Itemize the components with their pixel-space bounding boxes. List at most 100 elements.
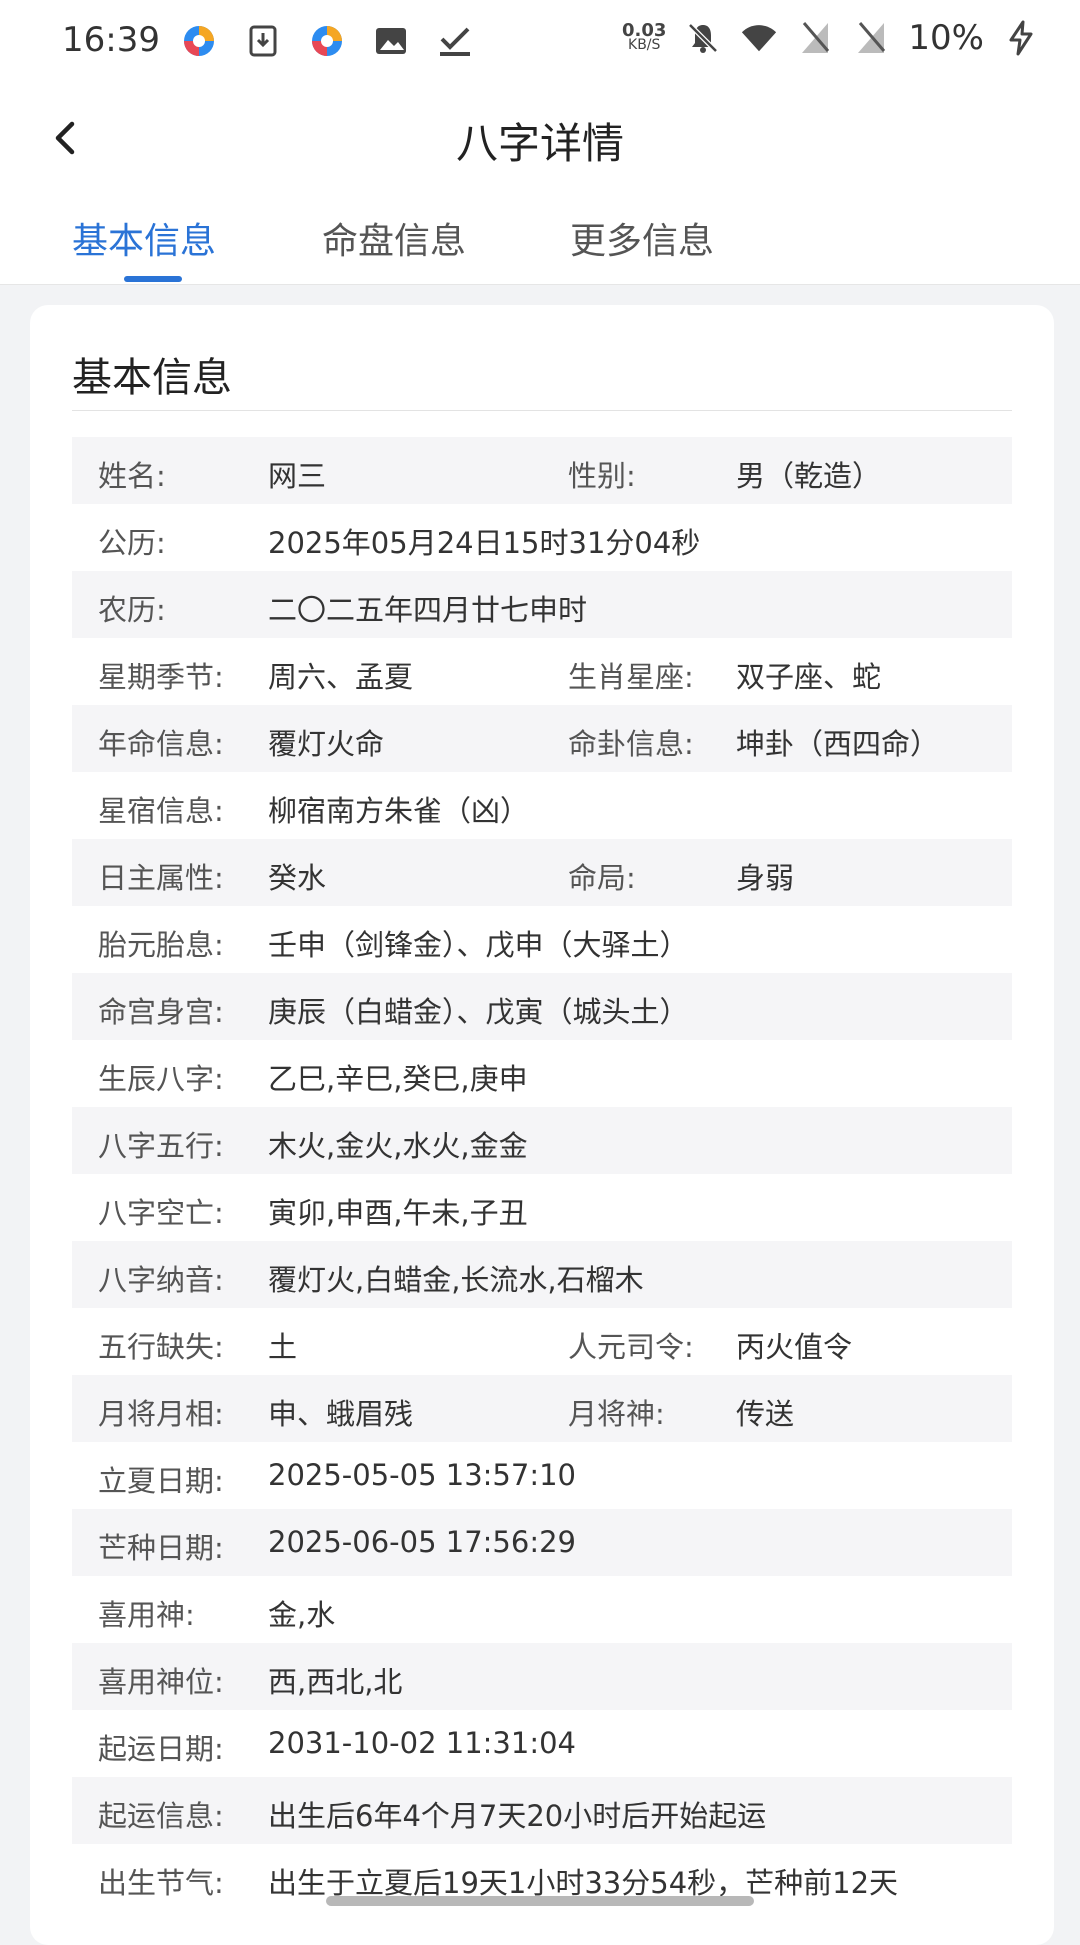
table-row: 日主属性: 癸水 命局: 身弱 <box>72 839 1012 906</box>
table-row: 立夏日期: 2025-05-05 13:57:10 <box>72 1442 1012 1509</box>
row-label: 生辰八字: <box>98 1062 224 1096</box>
table-row: 胎元胎息: 壬申（剑锋金）、戊申（大驿土） <box>72 906 1012 973</box>
row-label: 性别: <box>568 459 636 493</box>
row-value: 壬申（剑锋金）、戊申（大驿土） <box>268 928 689 962</box>
row-value: 坤卦（西四命） <box>736 727 940 761</box>
home-indicator[interactable] <box>326 1896 754 1906</box>
row-label: 星期季节: <box>98 660 224 694</box>
table-row: 起运日期: 2031-10-02 11:31:04 <box>72 1710 1012 1777</box>
tab-more-info[interactable]: 更多信息 <box>570 212 714 264</box>
basic-info-card: 基本信息 姓名: 网三 性别: 男（乾造） 公历: 2025年05月24日15时31分04… <box>30 305 1054 1945</box>
row-value: 覆灯火命 <box>268 727 385 761</box>
row-value: 双子座、蛇 <box>736 660 882 694</box>
table-row: 八字空亡: 寅卯,申酉,午未,子丑 <box>72 1174 1012 1241</box>
row-label: 星宿信息: <box>98 794 224 828</box>
page-title: 八字详情 <box>455 119 624 168</box>
row-label: 出生节气: <box>98 1866 224 1900</box>
divider <box>72 410 1012 411</box>
row-value: 癸水 <box>268 861 327 895</box>
row-value: 2025-06-05 17:56:29 <box>268 1525 576 1559</box>
table-row: 生辰八字: 乙巳,辛巳,癸巳,庚申 <box>72 1040 1012 1107</box>
row-label: 起运信息: <box>98 1799 224 1833</box>
app-bar: 八字详情 <box>0 88 1080 188</box>
download-icon <box>244 22 282 60</box>
row-label: 起运日期: <box>98 1732 224 1766</box>
mute-icon <box>684 19 722 57</box>
row-label: 命卦信息: <box>568 727 694 761</box>
row-value: 寅卯,申酉,午未,子丑 <box>268 1196 528 1230</box>
row-label: 五行缺失: <box>98 1330 224 1364</box>
row-label: 胎元胎息: <box>98 928 224 962</box>
row-value: 丙火值令 <box>736 1330 853 1364</box>
table-row: 喜用神位: 西,西北,北 <box>72 1643 1012 1710</box>
row-value: 2031-10-02 11:31:04 <box>268 1726 576 1760</box>
table-row: 公历: 2025年05月24日15时31分04秒 <box>72 504 1012 571</box>
table-row: 喜用神: 金,水 <box>72 1576 1012 1643</box>
row-value: 柳宿南方朱雀（凶） <box>268 794 530 828</box>
no-sim-icon <box>852 19 890 57</box>
table-row: 八字纳音: 覆灯火,白蜡金,长流水,石榴木 <box>72 1241 1012 1308</box>
row-value: 传送 <box>736 1397 795 1431</box>
row-value: 身弱 <box>736 861 795 895</box>
row-label: 农历: <box>98 593 166 627</box>
status-bar: 16:39 0.03 KB/S 10% <box>0 0 1080 88</box>
system-icons: 0.03 KB/S 10% <box>622 18 1040 58</box>
tab-chart-info[interactable]: 命盘信息 <box>322 212 466 264</box>
app-icon <box>308 22 346 60</box>
table-row: 起运信息: 出生后6年4个月7天20小时后开始起运 <box>72 1777 1012 1844</box>
net-speed: 0.03 KB/S <box>622 20 667 53</box>
image-icon <box>372 22 410 60</box>
tab-indicator <box>124 276 182 282</box>
row-label: 命局: <box>568 861 636 895</box>
table-row: 五行缺失: 土 人元司令: 丙火值令 <box>72 1308 1012 1375</box>
row-label: 芒种日期: <box>98 1531 224 1565</box>
row-value: 2025年05月24日15时31分04秒 <box>268 526 701 560</box>
charging-icon <box>1002 19 1040 57</box>
row-label: 生肖星座: <box>568 660 694 694</box>
row-label: 八字纳音: <box>98 1263 224 1297</box>
table-row: 八字五行: 木火,金火,水火,金金 <box>72 1107 1012 1174</box>
row-value: 庚辰（白蜡金）、戊寅（城头土） <box>268 995 689 1029</box>
row-label: 人元司令: <box>568 1330 694 1364</box>
wifi-icon <box>740 19 778 57</box>
row-label: 立夏日期: <box>98 1464 224 1498</box>
row-label: 命宫身宫: <box>98 995 224 1029</box>
app-icon <box>180 22 218 60</box>
card-title: 基本信息 <box>72 355 232 401</box>
row-value: 二〇二五年四月廿七申时 <box>268 593 588 627</box>
tab-basic-info[interactable]: 基本信息 <box>72 212 216 264</box>
row-value: 网三 <box>268 459 327 493</box>
table-row: 命宫身宫: 庚辰（白蜡金）、戊寅（城头土） <box>72 973 1012 1040</box>
tab-bar: 基本信息 命盘信息 更多信息 <box>0 188 1080 285</box>
table-row: 月将月相: 申、蛾眉残 月将神: 传送 <box>72 1375 1012 1442</box>
row-value: 2025-05-05 13:57:10 <box>268 1458 576 1492</box>
table-row: 星期季节: 周六、孟夏 生肖星座: 双子座、蛇 <box>72 638 1012 705</box>
row-value: 土 <box>268 1330 298 1364</box>
table-row: 农历: 二〇二五年四月廿七申时 <box>72 571 1012 638</box>
notification-icons <box>180 22 474 60</box>
table-row: 年命信息: 覆灯火命 命卦信息: 坤卦（西四命） <box>72 705 1012 772</box>
row-label: 八字五行: <box>98 1129 224 1163</box>
row-label: 喜用神: <box>98 1598 195 1632</box>
table-row: 姓名: 网三 性别: 男（乾造） <box>72 437 1012 504</box>
row-value: 金,水 <box>268 1598 336 1632</box>
row-value: 男（乾造） <box>736 459 882 493</box>
row-label: 公历: <box>98 526 166 560</box>
row-label: 姓名: <box>98 459 166 493</box>
row-label: 月将月相: <box>98 1397 224 1431</box>
row-label: 月将神: <box>568 1397 665 1431</box>
row-label: 年命信息: <box>98 727 224 761</box>
row-value: 出生后6年4个月7天20小时后开始起运 <box>268 1799 767 1833</box>
row-value: 乙巳,辛巳,癸巳,庚申 <box>268 1062 528 1096</box>
table-row: 芒种日期: 2025-06-05 17:56:29 <box>72 1509 1012 1576</box>
row-label: 喜用神位: <box>98 1665 224 1699</box>
row-value: 覆灯火,白蜡金,长流水,石榴木 <box>268 1263 644 1297</box>
row-label: 八字空亡: <box>98 1196 224 1230</box>
info-table: 姓名: 网三 性别: 男（乾造） 公历: 2025年05月24日15时31分04秒农历: 二… <box>72 437 1012 1911</box>
no-sim-icon <box>796 19 834 57</box>
status-time: 16:39 <box>62 20 160 60</box>
row-value: 周六、孟夏 <box>268 660 414 694</box>
row-value: 西,西北,北 <box>268 1665 403 1699</box>
table-row: 星宿信息: 柳宿南方朱雀（凶） <box>72 772 1012 839</box>
row-value: 木火,金火,水火,金金 <box>268 1129 528 1163</box>
